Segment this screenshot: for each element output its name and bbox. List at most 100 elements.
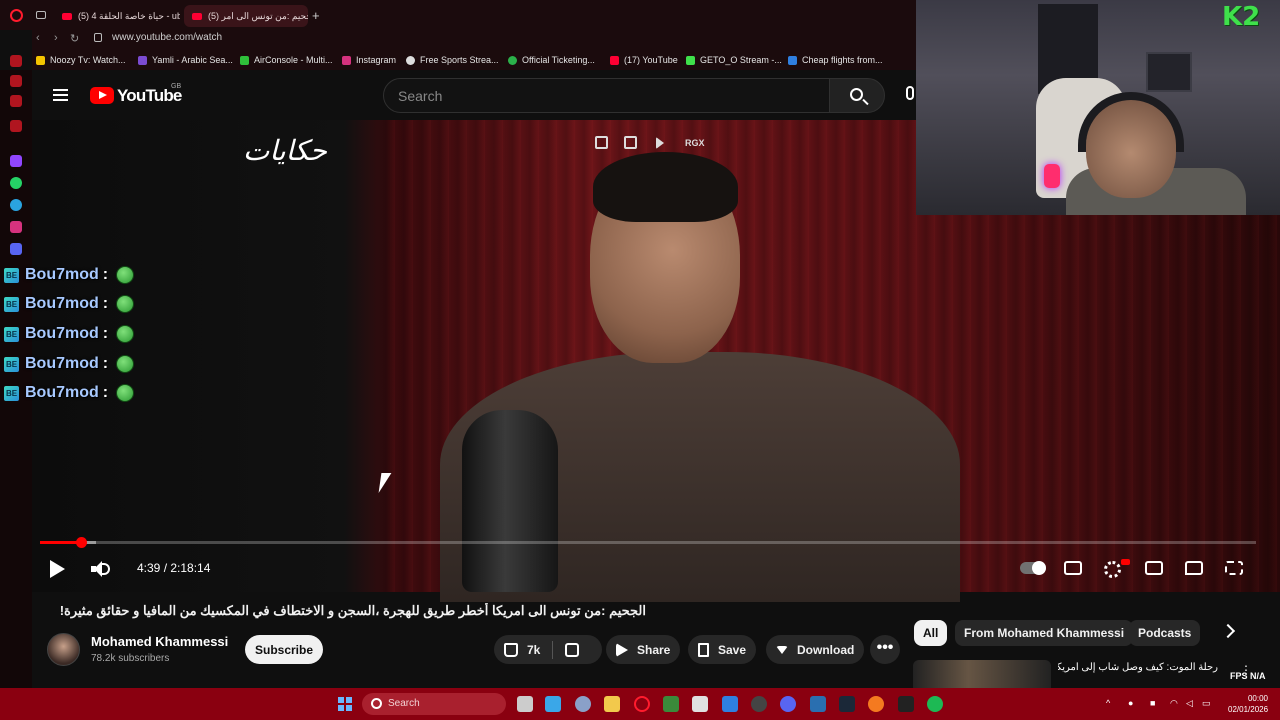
chat-message: BE Bou7mod: <box>4 264 135 286</box>
settings-gear-icon[interactable] <box>1104 561 1121 578</box>
taskbar-clock[interactable]: 00:00 02/01/2026 <box>1228 693 1268 715</box>
tab-islands-icon[interactable] <box>36 11 46 19</box>
like-count[interactable]: 7k <box>527 643 540 657</box>
youtube-logo-icon[interactable] <box>90 87 114 104</box>
twitch-icon[interactable] <box>10 155 22 167</box>
voice-search-icon[interactable] <box>906 86 914 100</box>
chat-colon: : <box>102 295 109 312</box>
file-explorer-icon[interactable] <box>604 696 620 712</box>
bookmark-item[interactable]: Instagram <box>342 55 396 65</box>
steam-icon[interactable] <box>839 696 855 712</box>
skip-icon[interactable] <box>656 137 664 149</box>
discord-icon[interactable] <box>10 243 22 255</box>
spotify-icon[interactable] <box>927 696 943 712</box>
autoplay-toggle[interactable] <box>1020 561 1046 575</box>
chip-podcasts[interactable]: Podcasts <box>1129 620 1201 646</box>
new-tab-button[interactable]: + <box>312 8 320 23</box>
miniplayer-icon[interactable] <box>1145 561 1163 575</box>
bookmark-item[interactable]: Official Ticketing... <box>508 55 595 65</box>
share-button[interactable]: Share <box>606 635 681 664</box>
bookmark-favicon-icon <box>788 55 797 65</box>
workspace-icon[interactable] <box>10 120 22 132</box>
bookmark-favicon-icon <box>508 55 517 65</box>
channel-name[interactable]: Mohamed Khammessi <box>91 634 228 649</box>
bookmark-label: Yamli - Arabic Sea... <box>152 55 233 65</box>
epic-games-icon[interactable] <box>898 696 914 712</box>
workspace-icon[interactable] <box>10 75 22 87</box>
copilot-icon[interactable] <box>545 696 561 712</box>
green-emote-icon <box>116 295 135 313</box>
task-view-icon[interactable] <box>517 696 533 712</box>
save-button[interactable]: Save <box>688 635 757 664</box>
bookmark-label: (17) YouTube <box>624 55 678 65</box>
snap-icon[interactable] <box>624 136 637 149</box>
bookmark-item[interactable]: Free Sports Strea... <box>406 55 499 65</box>
dislike-icon[interactable] <box>565 642 580 657</box>
workspace-icon[interactable] <box>10 95 22 107</box>
opera-icon[interactable] <box>634 696 650 712</box>
bookmark-item[interactable]: GETO_O Stream -... <box>686 55 782 65</box>
browser-tab[interactable]: (5) حياة خاصة الحلقة 4 - ube <box>54 5 180 27</box>
discord-icon[interactable] <box>780 696 796 712</box>
search-button[interactable] <box>829 78 885 113</box>
bookmark-item[interactable]: Noozy Tv: Watch... <box>36 55 126 65</box>
volume-icon[interactable] <box>91 561 110 577</box>
browser-tab-active[interactable]: (5) الجحيم :من تونس الى امر <box>184 5 308 27</box>
download-button[interactable]: Download <box>766 635 865 664</box>
app-icon[interactable] <box>868 696 884 712</box>
chip-all[interactable]: All <box>914 620 948 646</box>
chat-username: Bou7mod <box>25 325 99 342</box>
nvidia-icon[interactable] <box>663 696 679 712</box>
like-dislike-group: 7k <box>494 635 602 664</box>
wifi-icon[interactable]: ◠ <box>1170 698 1178 709</box>
workspace-icon[interactable] <box>10 55 22 67</box>
bookmark-item[interactable]: (17) YouTube <box>610 55 678 65</box>
chip-from-channel[interactable]: From Mohamed Khammessi <box>955 620 1134 646</box>
url-field[interactable]: www.youtube.com/watch <box>112 32 222 43</box>
telegram-icon[interactable] <box>10 199 22 211</box>
mic-tray-icon[interactable]: ● <box>1128 698 1133 708</box>
download-icon <box>776 645 788 654</box>
subscribe-button[interactable]: Subscribe <box>245 635 323 664</box>
recommendation-title[interactable]: رحلة الموت: كيف وصل شاب إلى امريكا <box>1058 662 1218 673</box>
chat-colon: : <box>102 325 109 342</box>
channel-avatar[interactable] <box>47 633 80 666</box>
chevron-right-icon[interactable] <box>1220 623 1236 639</box>
volume-tray-icon[interactable]: ◁ <box>1186 698 1193 709</box>
like-icon[interactable] <box>504 642 518 657</box>
progress-bar[interactable] <box>40 541 1256 544</box>
menu-icon[interactable] <box>53 89 68 101</box>
bookmark-item[interactable]: Yamli - Arabic Sea... <box>138 55 233 65</box>
popout-icon[interactable] <box>595 136 608 149</box>
lock-icon <box>94 33 102 42</box>
chrome-icon[interactable] <box>751 696 767 712</box>
recommendation-thumbnail[interactable] <box>913 660 1051 688</box>
windows-start-icon[interactable] <box>338 697 352 711</box>
edge-icon[interactable] <box>722 696 738 712</box>
cast-icon[interactable] <box>1185 561 1203 575</box>
app-icon[interactable] <box>810 696 826 712</box>
battery-icon[interactable]: ▭ <box>1202 698 1211 709</box>
bookmark-label: AirConsole - Multi... <box>254 55 333 65</box>
more-actions-button[interactable]: ••• <box>870 635 900 664</box>
reload-button[interactable]: ↻ <box>70 32 79 45</box>
instagram-icon[interactable] <box>10 221 22 233</box>
k2-logo: K2 <box>1222 2 1261 32</box>
store-icon[interactable] <box>692 696 708 712</box>
fullscreen-icon[interactable] <box>1225 561 1243 575</box>
settings-icon[interactable] <box>575 696 591 712</box>
tray-chevron-icon[interactable]: ^ <box>1106 698 1110 708</box>
search-input[interactable]: Search <box>383 78 830 113</box>
forward-button[interactable]: › <box>54 32 58 44</box>
tray-app-icon[interactable]: ■ <box>1150 698 1155 708</box>
bookmark-item[interactable]: Cheap flights from... <box>788 55 883 65</box>
captions-icon[interactable] <box>1064 561 1082 575</box>
chat-colon: : <box>102 384 109 401</box>
play-icon[interactable] <box>50 560 65 578</box>
back-button[interactable]: ‹ <box>36 32 40 44</box>
rgx-button[interactable]: RGX <box>685 138 705 148</box>
whatsapp-icon[interactable] <box>10 177 22 189</box>
bookmark-item[interactable]: AirConsole - Multi... <box>240 55 333 65</box>
taskbar-search[interactable]: Search <box>362 693 506 715</box>
opera-logo-icon[interactable] <box>10 9 23 22</box>
